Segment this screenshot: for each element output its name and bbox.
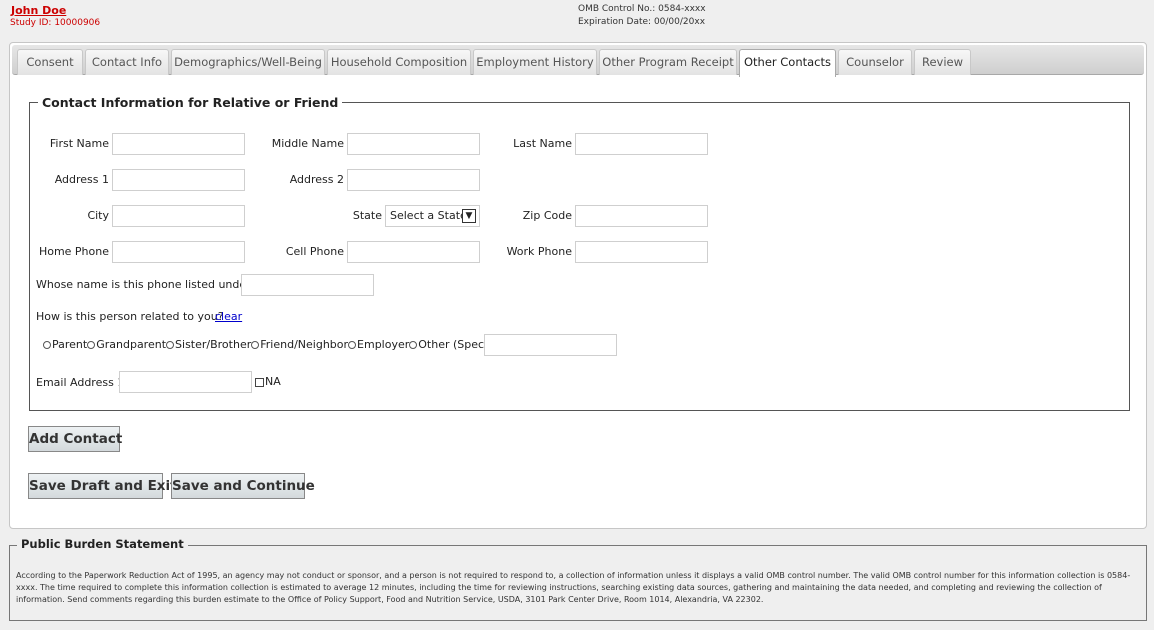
- email-input[interactable]: [119, 371, 252, 393]
- tab-consent[interactable]: Consent: [17, 49, 83, 75]
- middle-name-input[interactable]: [347, 133, 480, 155]
- save-draft-exit-button[interactable]: Save Draft and Exit: [28, 473, 177, 499]
- zip-code-label: Zip Code: [522, 209, 572, 222]
- fieldset-legend: Contact Information for Relative or Frie…: [38, 95, 343, 110]
- study-id: Study ID: 10000906: [10, 18, 101, 28]
- radio-circle-icon: [348, 340, 357, 349]
- radio-label: Sister/Brother: [175, 338, 252, 351]
- tab-employment-history[interactable]: Employment History: [473, 49, 597, 75]
- home-phone-label: Home Phone: [38, 245, 109, 258]
- radio-label: Grandparent: [96, 338, 167, 351]
- omb-control-number: OMB Control No.: 0584-xxxx: [578, 4, 706, 14]
- burden-legend: Public Burden Statement: [17, 537, 188, 551]
- tab-review[interactable]: Review: [914, 49, 971, 75]
- na-checkbox[interactable]: NA: [255, 375, 281, 388]
- work-phone-label: Work Phone: [506, 245, 572, 258]
- burden-text: According to the Paperwork Reduction Act…: [16, 571, 1131, 604]
- tab-other-program-receipt[interactable]: Other Program Receipt: [599, 49, 737, 75]
- city-input[interactable]: [112, 205, 245, 227]
- radio-circle-icon: [43, 340, 51, 349]
- tab-counselor[interactable]: Counselor: [838, 49, 912, 75]
- tab-household-composition[interactable]: Household Composition: [327, 49, 471, 75]
- main-panel: Consent Contact Info Demographics/Well-B…: [9, 42, 1147, 529]
- state-select-value: Select a State: [390, 209, 467, 222]
- radio-circle-icon: [409, 340, 418, 349]
- radio-label: Friend/Neighbor: [260, 338, 349, 351]
- radio-employer[interactable]: Employer: [348, 338, 409, 351]
- radio-sister-brother[interactable]: Sister/Brother: [166, 338, 251, 351]
- radio-parent[interactable]: Parent: [43, 338, 87, 351]
- radio-friend-neighbor[interactable]: Friend/Neighbor: [251, 338, 348, 351]
- last-name-label: Last Name: [513, 137, 572, 150]
- address2-label: Address 2: [289, 173, 344, 186]
- radio-label: Employer: [357, 338, 410, 351]
- user-name-link[interactable]: John Doe: [11, 4, 66, 17]
- checkbox-icon: [255, 377, 264, 387]
- relation-question: How is this person related to you?: [36, 310, 224, 323]
- cell-phone-input[interactable]: [347, 241, 480, 263]
- work-phone-input[interactable]: [575, 241, 708, 263]
- email-label: Email Address 1: [36, 376, 125, 389]
- zip-code-input[interactable]: [575, 205, 708, 227]
- na-label: NA: [265, 375, 281, 388]
- city-label: City: [87, 209, 109, 222]
- tab-other-contacts[interactable]: Other Contacts: [739, 49, 836, 77]
- chevron-down-icon: ▼: [462, 209, 476, 223]
- middle-name-label: Middle Name: [271, 137, 344, 150]
- state-select[interactable]: Select a State ▼: [385, 205, 480, 227]
- address1-input[interactable]: [112, 169, 245, 191]
- address1-label: Address 1: [54, 173, 109, 186]
- save-continue-button[interactable]: Save and Continue: [171, 473, 315, 499]
- phone-owner-input[interactable]: [241, 274, 374, 296]
- radio-grandparent[interactable]: Grandparent: [87, 338, 166, 351]
- other-specify-input[interactable]: [484, 334, 617, 356]
- radio-circle-icon: [166, 340, 175, 349]
- first-name-label: First Name: [49, 137, 109, 150]
- home-phone-input[interactable]: [112, 241, 245, 263]
- phone-owner-label: Whose name is this phone listed under?: [36, 278, 257, 291]
- radio-circle-icon: [251, 340, 260, 349]
- cell-phone-label: Cell Phone: [285, 245, 344, 258]
- contact-fieldset: Contact Information for Relative or Frie…: [29, 95, 1130, 411]
- address2-input[interactable]: [347, 169, 480, 191]
- page-header: John Doe Study ID: 10000906 OMB Control …: [0, 0, 1154, 40]
- expiration-date: Expiration Date: 00/00/20xx: [578, 17, 706, 27]
- first-name-input[interactable]: [112, 133, 245, 155]
- tab-bar: Consent Contact Info Demographics/Well-B…: [12, 45, 1144, 77]
- burden-statement-panel: Public Burden Statement According to the…: [9, 537, 1147, 621]
- clear-link[interactable]: clear: [215, 310, 242, 323]
- state-label: State: [352, 209, 382, 222]
- add-contact-button[interactable]: Add Contact: [28, 426, 122, 452]
- last-name-input[interactable]: [575, 133, 708, 155]
- tab-contact-info[interactable]: Contact Info: [85, 49, 169, 75]
- relation-radio-group: Parent Grandparent Sister/Brother Friend…: [43, 338, 502, 351]
- radio-circle-icon: [87, 340, 96, 349]
- tab-demographics[interactable]: Demographics/Well-Being: [171, 49, 325, 75]
- radio-label: Parent: [52, 338, 88, 351]
